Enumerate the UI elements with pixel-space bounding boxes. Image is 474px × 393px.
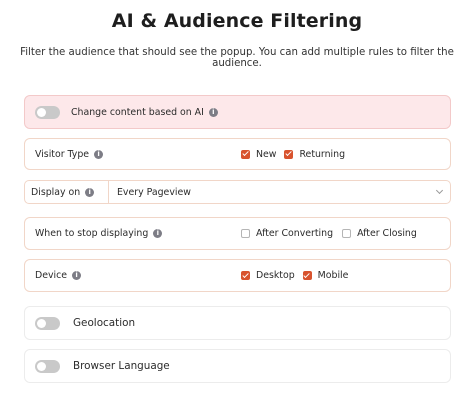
audience-filtering-panel: AI & Audience Filtering Filter the audie… xyxy=(0,0,474,393)
info-icon[interactable]: i xyxy=(153,229,163,238)
after-converting-label: After Converting xyxy=(256,228,334,239)
browser-language-label: Browser Language xyxy=(73,360,170,372)
mobile-option[interactable]: Mobile xyxy=(302,270,349,281)
visitor-type-returning-option[interactable]: Returning xyxy=(284,149,345,160)
info-icon[interactable]: i xyxy=(208,107,218,117)
geolocation-row: Geolocation xyxy=(24,306,451,340)
after-converting-checkbox[interactable] xyxy=(241,229,250,238)
chevron-down-icon[interactable] xyxy=(435,186,444,195)
browser-language-toggle[interactable] xyxy=(35,359,60,373)
visitor-type-row: Visitor Type i New Returning xyxy=(24,138,451,170)
after-closing-label: After Closing xyxy=(357,228,417,239)
after-closing-checkbox[interactable] xyxy=(342,229,352,238)
info-icon[interactable]: i xyxy=(94,149,104,159)
toggle-knob xyxy=(37,107,46,117)
after-closing-option[interactable]: After Closing xyxy=(342,228,417,239)
visitor-type-new-option[interactable]: New xyxy=(241,149,276,160)
page-subtitle: Filter the audience that should see the … xyxy=(20,47,454,69)
ai-content-row: Change content based on AI i xyxy=(24,95,451,129)
display-on-label: Display on xyxy=(31,186,81,198)
stop-displaying-label: When to stop displaying xyxy=(35,228,149,239)
desktop-checkbox[interactable] xyxy=(241,271,250,280)
mobile-label: Mobile xyxy=(317,270,349,281)
toggle-knob xyxy=(37,318,46,328)
new-label: New xyxy=(256,148,277,160)
display-on-value: Every Pageview xyxy=(117,186,191,198)
geolocation-label: Geolocation xyxy=(73,317,136,329)
device-row: Device i Desktop Mobile xyxy=(24,259,451,292)
stop-displaying-row: When to stop displaying i After Converti… xyxy=(24,217,451,250)
after-converting-option[interactable]: After Converting xyxy=(241,228,333,239)
display-on-select[interactable]: Display on i Every Pageview xyxy=(24,180,451,204)
ai-label: Change content based on AI xyxy=(71,106,204,118)
info-icon[interactable]: i xyxy=(72,271,82,280)
info-icon[interactable]: i xyxy=(85,187,95,197)
desktop-label: Desktop xyxy=(256,270,295,281)
returning-label: Returning xyxy=(299,148,346,160)
page-title: AI & Audience Filtering xyxy=(111,10,363,32)
mobile-checkbox[interactable] xyxy=(302,271,312,280)
geolocation-toggle[interactable] xyxy=(35,316,60,330)
visitor-type-label: Visitor Type xyxy=(35,148,90,160)
toggle-knob xyxy=(37,361,46,371)
new-checkbox[interactable] xyxy=(241,149,250,159)
desktop-option[interactable]: Desktop xyxy=(241,270,295,281)
browser-language-row: Browser Language xyxy=(24,349,451,383)
ai-toggle[interactable] xyxy=(35,105,60,119)
display-on-label-cell: Display on i xyxy=(25,181,109,203)
returning-checkbox[interactable] xyxy=(284,149,294,159)
device-label: Device xyxy=(35,270,68,281)
